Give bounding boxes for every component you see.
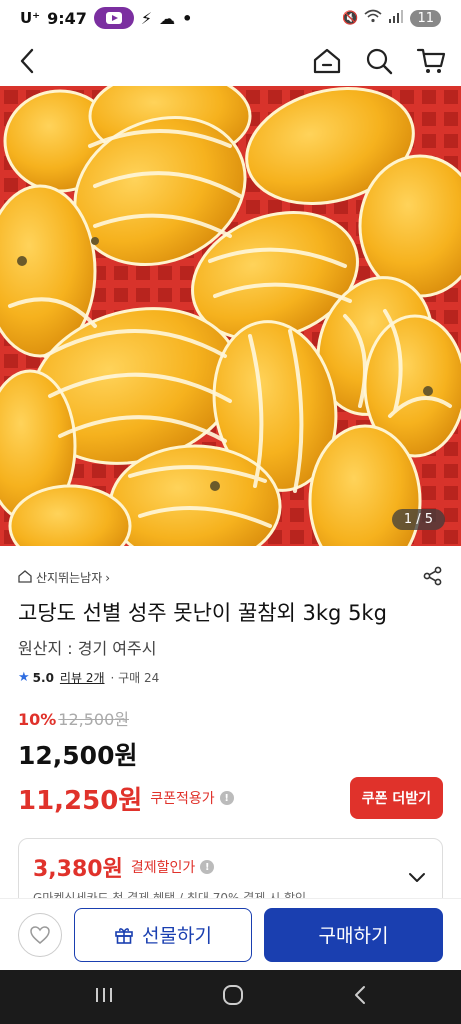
product-image[interactable]: 1 / 5: [0, 86, 461, 546]
share-icon[interactable]: [423, 566, 443, 589]
gift-button-label: 선물하기: [142, 925, 212, 947]
reviews-link[interactable]: 리뷰 2개: [60, 669, 105, 686]
origin-label: 원산지 : 경기 여주시: [18, 639, 157, 658]
payment-discount-row: 3,380원 결제할인가 !: [33, 851, 428, 883]
cloud-icon: ☁: [159, 8, 176, 28]
mute-icon: 🔇: [342, 10, 359, 26]
discount-row: 10% 12,500원: [18, 706, 443, 730]
rating-score: 5.0: [32, 670, 54, 685]
bolt-icon: ⚡: [140, 8, 153, 28]
gift-button[interactable]: 선물하기: [74, 907, 252, 962]
purchase-count: · 구매 24: [110, 671, 160, 685]
system-nav-bar: [0, 970, 461, 1024]
wifi-icon: [364, 9, 382, 27]
back-icon[interactable]: [14, 46, 40, 76]
status-right: 🔇 11: [342, 9, 441, 27]
payment-discount-label: 결제할인가: [130, 860, 196, 876]
product-title: 고당도 선별 성주 못난이 꿀참외 3kg 5kg: [18, 601, 387, 625]
info-icon[interactable]: !: [200, 860, 215, 874]
star-icon: ★: [18, 670, 30, 685]
coupon-more-button[interactable]: 쿠폰 더받기: [349, 777, 443, 819]
info-icon[interactable]: !: [219, 791, 234, 805]
original-price: 12,500원: [58, 710, 130, 729]
rating-row: ★ 5.0 리뷰 2개 · 구매 24: [18, 669, 443, 686]
signal-icon: [388, 9, 404, 27]
cart-icon[interactable]: [415, 45, 447, 77]
status-bar: U⁺ 9:47 ⚡ ☁ • 🔇 11: [0, 0, 461, 36]
seller-row: 산지뛰는남자 ›: [18, 566, 443, 589]
gift-icon: [115, 927, 133, 944]
status-left: U⁺ 9:47 ⚡ ☁ •: [20, 7, 192, 29]
battery-indicator: 11: [410, 9, 441, 27]
recent-apps-icon[interactable]: [94, 986, 114, 1008]
coupon-row: 11,250원 쿠폰적용가 ! 쿠폰 더받기: [18, 776, 443, 820]
chevron-right-icon: ›: [105, 570, 111, 585]
app-header: [0, 36, 461, 86]
discount-percent: 10%: [18, 710, 57, 729]
clock: 9:47: [47, 8, 87, 28]
coupon-price: 11,250원: [18, 785, 143, 816]
carrier-label: U⁺: [20, 9, 41, 27]
home-icon[interactable]: [311, 45, 343, 77]
dot-icon: •: [182, 8, 193, 28]
sale-price: 12,500원: [18, 741, 138, 770]
back-nav-icon[interactable]: [353, 985, 367, 1009]
search-icon[interactable]: [363, 45, 395, 77]
image-counter: 1 / 5: [391, 509, 445, 530]
coupon-price-label: 쿠폰적용가: [150, 791, 215, 807]
header-actions: [311, 45, 447, 77]
payment-discount-price: 3,380원: [33, 857, 123, 882]
seller-link[interactable]: 산지뛰는남자: [36, 569, 102, 586]
wishlist-button[interactable]: [18, 912, 62, 957]
store-icon: [18, 569, 32, 586]
youtube-icon: [93, 7, 134, 29]
chevron-down-icon[interactable]: [408, 869, 426, 888]
home-nav-icon[interactable]: [222, 984, 244, 1010]
product-info: 산지뛰는남자 › 고당도 선별 성주 못난이 꿀참외 3kg 5kg 원산지 :…: [0, 546, 461, 820]
melon-photo: [0, 86, 461, 546]
heart-icon: [30, 925, 50, 944]
bottom-action-bar: 선물하기 구매하기: [0, 898, 461, 970]
buy-button[interactable]: 구매하기: [264, 907, 443, 962]
